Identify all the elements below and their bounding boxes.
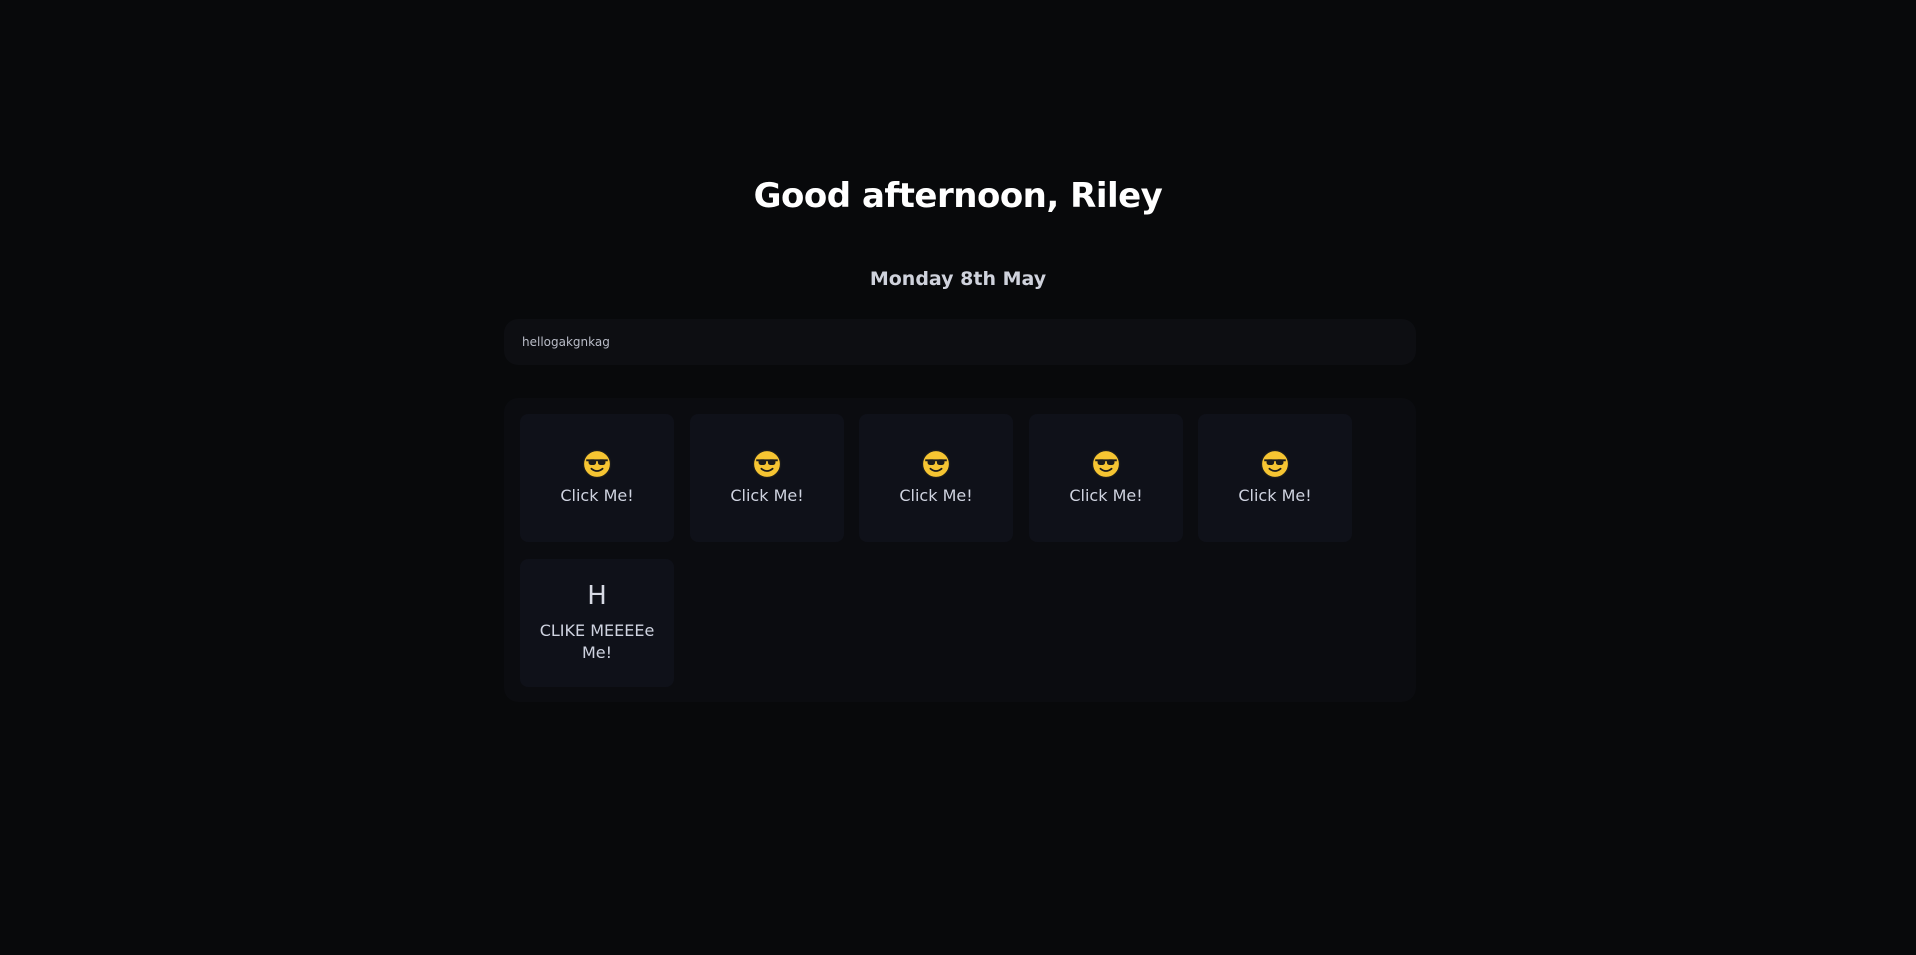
shortcut-tile-5[interactable]: Click Me!: [1198, 414, 1352, 542]
tile-label: Click Me!: [730, 486, 804, 505]
page: Good afternoon, Riley Monday 8th May hel…: [0, 0, 1916, 955]
smiling-face-with-sunglasses-icon: [582, 449, 612, 479]
shortcut-tile-4[interactable]: Click Me!: [1029, 414, 1183, 542]
smiling-face-with-sunglasses-icon: [921, 449, 951, 479]
tile-letter-icon: H: [587, 581, 607, 611]
tile-label: Click Me!: [1238, 486, 1312, 505]
tile-label: Click Me!: [560, 486, 634, 505]
shortcut-tile-1[interactable]: Click Me!: [520, 414, 674, 542]
tile-label: Click Me!: [1069, 486, 1143, 505]
smiling-face-with-sunglasses-icon: [1091, 449, 1121, 479]
shortcut-tile-3[interactable]: Click Me!: [859, 414, 1013, 542]
greeting-title: Good afternoon, Riley: [753, 176, 1163, 216]
note-bar[interactable]: hellogakgnkag: [504, 319, 1416, 365]
shortcut-tile-6[interactable]: H CLIKE MEEEEe Me!: [520, 559, 674, 687]
tile-label: Click Me!: [899, 486, 973, 505]
tile-label: CLIKE MEEEEe Me!: [539, 621, 655, 662]
smiling-face-with-sunglasses-icon: [1260, 449, 1290, 479]
shortcut-tile-2[interactable]: Click Me!: [690, 414, 844, 542]
shortcut-grid: Click Me! Click Me! Click Me! Click Me! …: [504, 398, 1416, 702]
smiling-face-with-sunglasses-icon: [752, 449, 782, 479]
note-text: hellogakgnkag: [522, 335, 610, 349]
date-heading: Monday 8th May: [869, 268, 1047, 290]
